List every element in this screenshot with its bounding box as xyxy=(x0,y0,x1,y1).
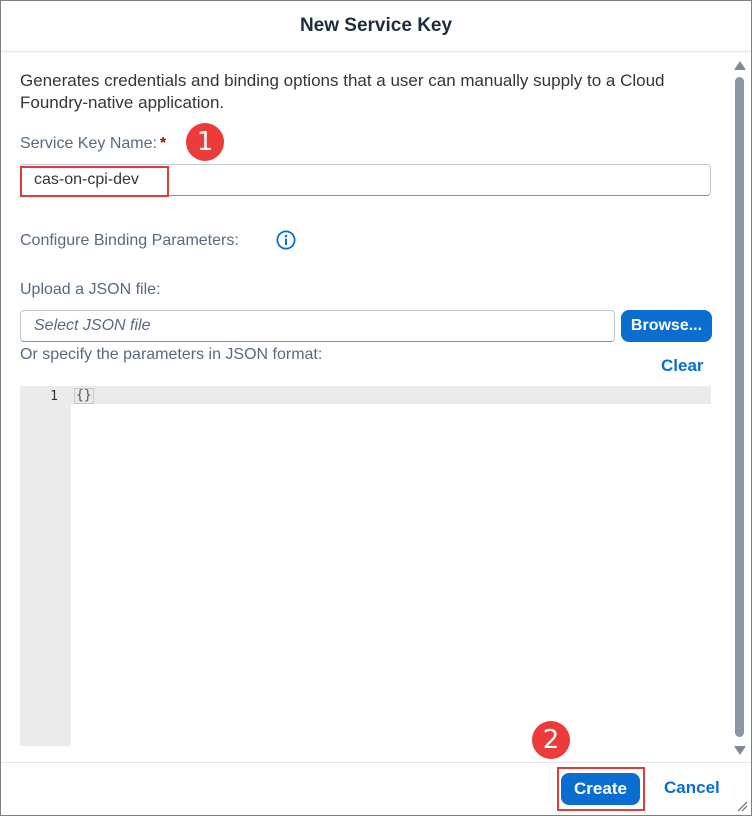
active-line-highlight xyxy=(71,386,711,404)
cancel-button[interactable]: Cancel xyxy=(664,778,720,798)
required-marker: * xyxy=(159,135,167,152)
json-file-input[interactable] xyxy=(20,310,615,342)
upload-json-label: Upload a JSON file: xyxy=(20,281,161,298)
code-line: {} xyxy=(74,388,94,404)
scroll-down-arrow-icon[interactable] xyxy=(734,746,746,755)
step-1-badge: 1 xyxy=(186,123,224,161)
service-key-name-input[interactable] xyxy=(20,164,711,196)
json-format-label: Or specify the parameters in JSON format… xyxy=(20,346,323,363)
dialog-content[interactable]: Generates credentials and binding option… xyxy=(1,52,734,763)
new-service-key-dialog: New Service Key Generates credentials an… xyxy=(0,0,752,816)
clear-button[interactable]: Clear xyxy=(661,356,704,376)
dialog-header: New Service Key xyxy=(1,1,751,52)
dialog-description: Generates credentials and binding option… xyxy=(20,71,665,112)
scroll-thumb[interactable] xyxy=(735,77,744,737)
json-editor[interactable]: 1 {} xyxy=(20,386,711,746)
service-key-name-label: Service Key Name: xyxy=(20,135,157,152)
dialog-footer: Create Cancel xyxy=(1,762,751,815)
scroll-up-arrow-icon[interactable] xyxy=(734,61,746,70)
service-key-name-label-group: Service Key Name: * xyxy=(20,135,166,153)
browse-button[interactable]: Browse... xyxy=(621,310,712,342)
dialog-title: New Service Key xyxy=(299,15,453,36)
content-scrollbar[interactable] xyxy=(733,59,747,757)
step-2-badge: 2 xyxy=(532,721,570,759)
info-icon[interactable] xyxy=(276,230,296,250)
editor-gutter: 1 xyxy=(20,386,71,746)
create-button[interactable]: Create xyxy=(561,773,640,805)
binding-params-label: Configure Binding Parameters: xyxy=(20,232,239,249)
line-number: 1 xyxy=(50,389,58,404)
resize-handle-icon[interactable] xyxy=(736,800,748,812)
